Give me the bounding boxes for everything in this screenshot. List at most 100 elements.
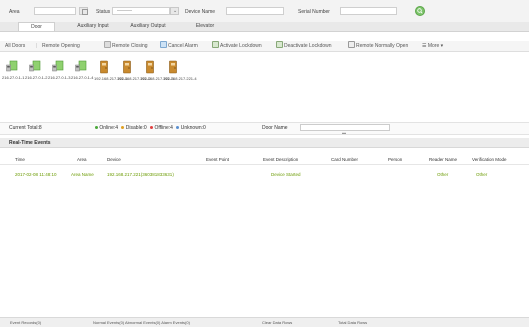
device-name-label: Device Name: [185, 9, 216, 15]
door-item[interactable]: 216.27.0.1-4: [71, 60, 94, 81]
door-label: 216.27.0.1-4: [71, 75, 94, 80]
offline-count: Offline:4: [154, 125, 173, 131]
door-label: 192.168.217.221-1: [94, 76, 128, 81]
cell-area: Area Name: [71, 172, 94, 177]
remote-opening-label: Remote Opening: [42, 43, 80, 49]
door-label: 216.27.0.1-2: [25, 75, 48, 80]
door-status-bar: Current Total:8 Online:4 Disable:0 Offli…: [0, 122, 529, 135]
footer-clear-data[interactable]: Clear Data Rows: [262, 320, 292, 325]
col-time[interactable]: Time: [15, 157, 25, 162]
cell-reader-name: Other: [437, 172, 449, 177]
unknown-dot: [176, 126, 180, 129]
remote-closing-button[interactable]: Remote Closing: [104, 41, 148, 51]
cell-device: 192.168.217.221(360381833631): [107, 172, 174, 177]
unknown-count: Unknown:0: [180, 125, 206, 131]
tab-auxiliary-input[interactable]: Auxiliary Input: [70, 22, 116, 31]
all-doors-label: All Doors: [5, 43, 26, 49]
remote-normally-open-button[interactable]: Remote Normally Open: [348, 41, 408, 51]
status-legend: Online:4 Disable:0 Offline:4 Unknown:0: [95, 125, 206, 131]
col-area[interactable]: Area: [77, 157, 87, 162]
door-label: 192.168.217.221-3: [140, 76, 174, 81]
door-label: 192.168.217.221-2: [117, 76, 151, 81]
door-offline-icon: [117, 60, 137, 77]
current-total: Current Total:8: [9, 125, 42, 131]
tab-bar: Door Auxiliary Input Auxiliary Output El…: [0, 22, 529, 32]
col-reader-name[interactable]: Reader Name: [429, 157, 457, 162]
deactivate-lockdown-label: Deactivate Lockdown: [284, 43, 332, 49]
activate-lockdown-button[interactable]: Activate Lockdown: [212, 41, 262, 51]
col-person[interactable]: Person: [388, 157, 402, 162]
door-label: 216.27.0.1-3: [48, 75, 71, 80]
deactivate-lockdown-button[interactable]: Deactivate Lockdown: [276, 41, 332, 51]
door-label: 192.168.217.221-4: [163, 76, 197, 81]
disable-count: Disable:0: [125, 125, 147, 131]
tab-door[interactable]: Door: [18, 22, 55, 31]
door-item[interactable]: 216.27.0.1-1: [2, 60, 25, 81]
device-name-input[interactable]: [226, 7, 284, 15]
col-event-description[interactable]: Event Description: [263, 157, 298, 162]
door-open-icon: [348, 41, 355, 48]
filter-bar: Area Status ——— ⌄ Device Name Serial Num…: [0, 0, 529, 23]
col-event-point[interactable]: Event Point: [206, 157, 229, 162]
door-toolbar: All Doors | Remote Opening Remote Closin…: [0, 41, 529, 52]
footer-total-rows: Total Data Rows: [338, 320, 368, 325]
door-item[interactable]: 192.168.217.221-3: [140, 60, 174, 82]
status-select[interactable]: ———: [112, 7, 170, 15]
toolbar-divider: |: [36, 43, 38, 49]
events-header-row: Time Area Device Event Point Event Descr…: [0, 152, 529, 165]
serial-number-label: Serial Number: [298, 9, 330, 15]
more-menu-button[interactable]: ☰ More ▾: [422, 41, 443, 51]
door-online-icon: [71, 60, 91, 76]
door-item[interactable]: 216.27.0.1-3: [48, 60, 71, 81]
chevron-down-icon: ▾: [439, 43, 444, 49]
area-input[interactable]: [34, 7, 76, 15]
door-item[interactable]: 192.168.217.221-4: [163, 60, 197, 82]
door-close-icon: [104, 41, 111, 48]
door-online-icon: [48, 60, 68, 76]
col-verification-mode[interactable]: Verification Mode: [472, 157, 507, 162]
door-item[interactable]: 192.168.217.221-1: [94, 60, 128, 82]
alarm-icon: [160, 41, 167, 48]
tab-elevator[interactable]: Elevator: [188, 22, 222, 31]
col-device[interactable]: Device: [107, 157, 121, 162]
search-button[interactable]: [415, 6, 425, 16]
chevron-down-icon: ⌄: [173, 8, 178, 14]
all-doors-button[interactable]: All Doors: [5, 41, 25, 51]
disable-dot: [121, 126, 125, 129]
unlock-icon: [276, 41, 283, 48]
more-label: More: [427, 43, 440, 49]
status-dropdown-button[interactable]: ⌄: [170, 7, 179, 15]
footer-event-counts: Normal Events(0) Abnormal Events(0) Alar…: [93, 320, 190, 325]
door-online-icon: [25, 60, 45, 76]
door-offline-icon: [163, 60, 183, 77]
collapse-handle-icon[interactable]: ▬: [342, 130, 346, 135]
door-offline-icon: [94, 60, 114, 77]
status-label: Status: [96, 9, 111, 15]
door-online-icon: [2, 60, 22, 76]
lock-icon: [212, 41, 219, 48]
online-count: Online:4: [99, 125, 119, 131]
door-item[interactable]: 216.27.0.1-2: [25, 60, 48, 81]
events-title: Real-Time Events: [0, 138, 529, 148]
cancel-alarm-label: Cancel Alarm: [168, 43, 198, 49]
footer-event-records: Event Records(0): [10, 320, 42, 325]
remote-normally-open-label: Remote Normally Open: [356, 43, 409, 49]
grid-icon: [82, 9, 88, 15]
cancel-alarm-button[interactable]: Cancel Alarm: [160, 41, 198, 51]
offline-dot: [150, 126, 154, 129]
door-item[interactable]: 192.168.217.221-2: [117, 60, 151, 82]
serial-number-input[interactable]: [340, 7, 397, 15]
remote-opening-button[interactable]: Remote Opening: [42, 41, 80, 51]
status-select-value: ———: [117, 8, 132, 14]
door-name-label: Door Name: [262, 125, 288, 131]
cell-time: 2017-02-08 11:48:10: [15, 172, 57, 177]
search-icon: [417, 8, 423, 14]
remote-closing-label: Remote Closing: [112, 43, 148, 49]
tab-auxiliary-output[interactable]: Auxiliary Output: [125, 22, 171, 31]
door-label: 216.27.0.1-1: [2, 75, 25, 80]
cell-verification-mode: Other: [476, 172, 488, 177]
area-label: Area: [9, 9, 20, 15]
col-card-number[interactable]: Card Number: [331, 157, 358, 162]
area-picker-button[interactable]: [79, 7, 88, 15]
cell-event-description: Device Started: [271, 172, 301, 177]
